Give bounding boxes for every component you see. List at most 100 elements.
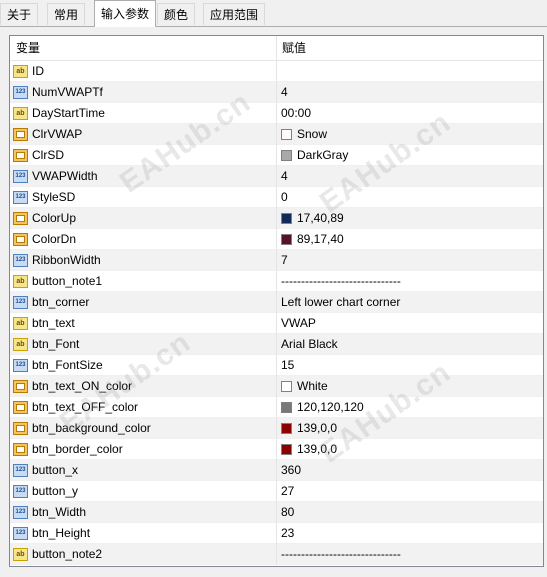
- table-row[interactable]: ClrSD DarkGray: [10, 145, 543, 166]
- value-text: 120,120,120: [297, 400, 364, 414]
- table-row[interactable]: ab ID: [10, 61, 543, 82]
- table-row[interactable]: 123 button_x 360: [10, 460, 543, 481]
- color-type-icon: [13, 149, 28, 162]
- variable-name: btn_Font: [32, 337, 80, 351]
- table-row[interactable]: 123 button_y 27: [10, 481, 543, 502]
- value-cell[interactable]: 139,0,0: [281, 439, 337, 460]
- value-text: 4: [281, 85, 288, 99]
- column-separator[interactable]: [276, 36, 277, 60]
- string-type-icon: ab: [13, 338, 28, 351]
- table-row[interactable]: ab button_note1 --------------------------…: [10, 271, 543, 292]
- cell-separator: [276, 250, 277, 271]
- value-cell[interactable]: Arial Black: [281, 334, 338, 355]
- value-cell[interactable]: VWAP: [281, 313, 316, 334]
- value-cell[interactable]: White: [281, 376, 328, 397]
- variable-name: NumVWAPTf: [32, 85, 103, 99]
- table-row[interactable]: 123 btn_Height 23: [10, 523, 543, 544]
- cell-separator: [276, 334, 277, 355]
- column-header-variable[interactable]: 变量: [16, 36, 40, 60]
- value-text: 80: [281, 505, 295, 519]
- value-cell[interactable]: 4: [281, 82, 288, 103]
- value-text: ------------------------------: [281, 547, 401, 561]
- value-cell[interactable]: 89,17,40: [281, 229, 344, 250]
- cell-separator: [276, 481, 277, 502]
- cell-separator: [276, 124, 277, 145]
- table-row[interactable]: ab btn_Font Arial Black: [10, 334, 543, 355]
- value-text: Arial Black: [281, 337, 338, 351]
- tab-input-parameters[interactable]: 输入参数: [94, 0, 157, 27]
- value-cell[interactable]: ------------------------------: [281, 271, 401, 292]
- tab-application-scope[interactable]: 应用范围: [203, 3, 266, 25]
- table-row[interactable]: 123 btn_FontSize 15: [10, 355, 543, 376]
- value-text: DarkGray: [297, 148, 349, 162]
- value-cell[interactable]: 139,0,0: [281, 418, 337, 439]
- value-cell[interactable]: 17,40,89: [281, 208, 344, 229]
- variable-name: btn_Height: [32, 526, 91, 540]
- table-row[interactable]: btn_border_color 139,0,0: [10, 439, 543, 460]
- value-cell[interactable]: 4: [281, 166, 288, 187]
- value-cell[interactable]: 0: [281, 187, 288, 208]
- tab-bar: 关于 常用 输入参数 颜色 应用范围: [0, 0, 547, 27]
- value-cell[interactable]: Left lower chart corner: [281, 292, 400, 313]
- value-cell[interactable]: Snow: [281, 124, 327, 145]
- cell-separator: [276, 145, 277, 166]
- tab-colors[interactable]: 颜色: [157, 3, 196, 25]
- color-swatch: [281, 150, 292, 161]
- value-cell[interactable]: 00:00: [281, 103, 311, 124]
- variable-name: ClrVWAP: [32, 127, 83, 141]
- color-swatch: [281, 381, 292, 392]
- cell-separator: [276, 523, 277, 544]
- cell-separator: [276, 439, 277, 460]
- cell-separator: [276, 502, 277, 523]
- number-type-icon: 123: [13, 254, 28, 267]
- table-row[interactable]: ColorDn 89,17,40: [10, 229, 543, 250]
- table-row[interactable]: 123 btn_corner Left lower chart corner: [10, 292, 543, 313]
- table-row[interactable]: btn_text_ON_color White: [10, 376, 543, 397]
- variable-name: ClrSD: [32, 148, 64, 162]
- table-row[interactable]: ColorUp 17,40,89: [10, 208, 543, 229]
- value-text: 139,0,0: [297, 421, 338, 435]
- value-text: 17,40,89: [297, 211, 344, 225]
- color-swatch: [281, 402, 292, 413]
- value-cell[interactable]: ------------------------------: [281, 544, 401, 565]
- value-text: White: [297, 379, 328, 393]
- tab-about[interactable]: 关于: [0, 3, 39, 25]
- cell-separator: [276, 292, 277, 313]
- table-row[interactable]: ClrVWAP Snow: [10, 124, 543, 145]
- number-type-icon: 123: [13, 464, 28, 477]
- column-header-value[interactable]: 赋值: [282, 36, 306, 60]
- variable-name: button_note1: [32, 274, 103, 288]
- value-cell[interactable]: 27: [281, 481, 294, 502]
- value-text: Left lower chart corner: [281, 295, 401, 309]
- string-type-icon: ab: [13, 548, 28, 561]
- color-type-icon: [13, 401, 28, 414]
- table-row[interactable]: btn_background_color 139,0,0: [10, 418, 543, 439]
- value-cell[interactable]: 7: [281, 250, 288, 271]
- cell-separator: [276, 229, 277, 250]
- table-row[interactable]: ab DayStartTime 00:00: [10, 103, 543, 124]
- variable-name: btn_Width: [32, 505, 87, 519]
- table-row[interactable]: ab btn_text VWAP: [10, 313, 543, 334]
- table-row[interactable]: 123 NumVWAPTf 4: [10, 82, 543, 103]
- table-row[interactable]: ab button_note2 --------------------------…: [10, 544, 543, 565]
- value-cell[interactable]: 360: [281, 460, 301, 481]
- value-cell[interactable]: 120,120,120: [281, 397, 364, 418]
- tab-common[interactable]: 常用: [47, 3, 86, 25]
- table-row[interactable]: 123 VWAPWidth 4: [10, 166, 543, 187]
- string-type-icon: ab: [13, 107, 28, 120]
- table-row[interactable]: 123 StyleSD 0: [10, 187, 543, 208]
- value-cell[interactable]: 15: [281, 355, 294, 376]
- cell-separator: [276, 418, 277, 439]
- table-row[interactable]: 123 btn_Width 80: [10, 502, 543, 523]
- value-cell[interactable]: DarkGray: [281, 145, 348, 166]
- variable-name: btn_corner: [32, 295, 90, 309]
- parameters-table: 变量 赋值 ab ID 123 NumVWAPTf 4 ab DayStartTime 00:…: [9, 35, 544, 567]
- variable-name: StyleSD: [32, 190, 76, 204]
- value-cell[interactable]: 80: [281, 502, 294, 523]
- value-cell[interactable]: 23: [281, 523, 294, 544]
- table-row[interactable]: 123 RibbonWidth 7: [10, 250, 543, 271]
- value-text: 7: [281, 253, 288, 267]
- value-text: 89,17,40: [297, 232, 344, 246]
- variable-name: ID: [32, 64, 44, 78]
- table-row[interactable]: btn_text_OFF_color 120,120,120: [10, 397, 543, 418]
